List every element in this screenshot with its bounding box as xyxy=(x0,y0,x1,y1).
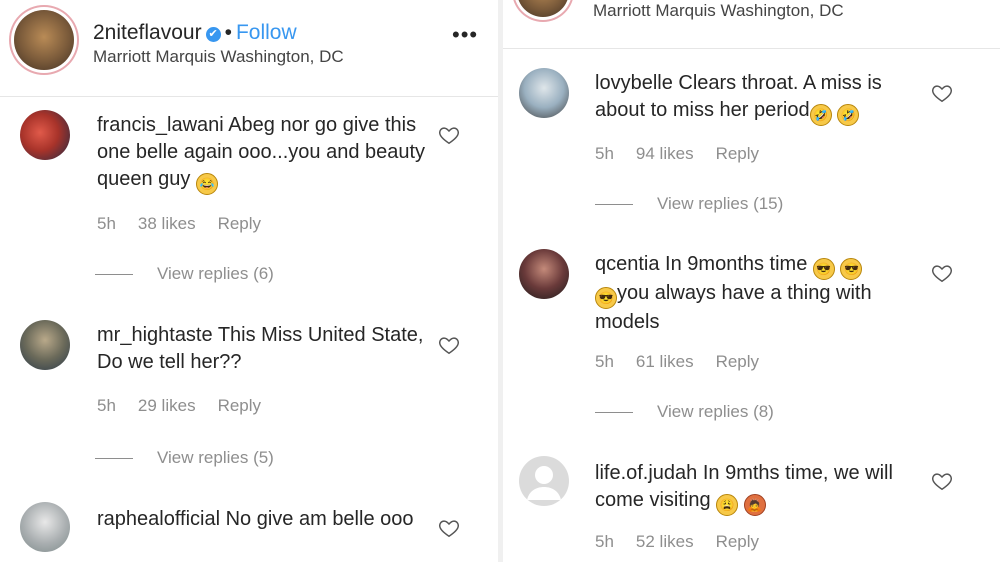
commenter-avatar[interactable] xyxy=(20,502,70,552)
tears-of-joy-emoji-icon: 😂 xyxy=(195,173,218,195)
more-options-icon[interactable]: ••• xyxy=(452,22,478,48)
bowing-person-emoji-icon: 🙇 xyxy=(743,494,766,516)
commenter-username[interactable]: qcentia xyxy=(595,253,660,275)
like-heart-icon[interactable] xyxy=(931,262,953,284)
sunglasses-emoji-icon: 😎 xyxy=(840,258,863,280)
comment-likes[interactable]: 29 likes xyxy=(138,396,196,415)
comment-likes[interactable]: 94 likes xyxy=(636,144,694,163)
reply-button[interactable]: Reply xyxy=(218,396,261,415)
post-header-partial: Marriott Marquis Washington, DC xyxy=(503,0,1000,49)
like-heart-icon[interactable] xyxy=(931,82,953,104)
sunglasses-emoji-icon: 😎 xyxy=(812,258,835,280)
post-location[interactable]: Marriott Marquis Washington, DC xyxy=(593,1,844,21)
view-replies-button[interactable]: View replies (6) xyxy=(95,264,274,284)
person-silhouette-icon xyxy=(527,466,561,500)
post-location[interactable]: Marriott Marquis Washington, DC xyxy=(93,47,344,67)
sunglasses-emoji-icon: 😎 xyxy=(595,287,617,309)
comment-time: 5h xyxy=(595,352,614,371)
comment-text-continued: you always have a thing with models xyxy=(595,282,872,333)
left-comments-panel: 2niteflavour ✔ • Follow Marriott Marquis Wa… xyxy=(0,0,498,562)
commenter-avatar[interactable] xyxy=(20,110,70,160)
commenter-username[interactable]: francis_lawani xyxy=(97,114,224,136)
view-replies-label: View replies (8) xyxy=(657,402,774,421)
comment-time: 5h xyxy=(97,214,116,233)
post-author-avatar[interactable] xyxy=(14,10,74,70)
separator-dot: • xyxy=(224,21,232,44)
default-avatar-icon[interactable] xyxy=(519,456,569,506)
like-heart-icon[interactable] xyxy=(438,517,460,539)
commenter-username[interactable]: mr_hightaste xyxy=(97,324,213,346)
comment-text: No give am belle ooo xyxy=(220,508,414,530)
post-header: 2niteflavour ✔ • Follow Marriott Marquis Wa… xyxy=(0,0,498,97)
follow-button[interactable]: Follow xyxy=(236,21,297,44)
reply-button[interactable]: Reply xyxy=(716,352,759,371)
view-replies-button[interactable]: View replies (15) xyxy=(595,194,783,214)
commenter-avatar[interactable] xyxy=(20,320,70,370)
verified-badge-icon: ✔ xyxy=(205,27,221,42)
like-heart-icon[interactable] xyxy=(438,334,460,356)
rofl-emoji-icon: 🤣 xyxy=(809,104,832,126)
comment-text: In 9months time xyxy=(659,253,813,275)
view-replies-label: View replies (6) xyxy=(157,264,274,283)
comment-likes[interactable]: 38 likes xyxy=(138,214,196,233)
post-author-avatar[interactable] xyxy=(517,0,569,17)
rofl-emoji-icon: 🤣 xyxy=(837,104,860,126)
reply-button[interactable]: Reply xyxy=(716,532,759,551)
comment-likes[interactable]: 61 likes xyxy=(636,352,694,371)
commenter-username[interactable]: lovybelle xyxy=(595,72,673,94)
view-replies-label: View replies (15) xyxy=(657,194,784,213)
commenter-avatar[interactable] xyxy=(519,68,569,118)
comment-time: 5h xyxy=(595,532,614,551)
reply-button[interactable]: Reply xyxy=(218,214,261,233)
view-replies-button[interactable]: View replies (5) xyxy=(95,448,274,468)
view-replies-label: View replies (5) xyxy=(157,448,274,467)
view-replies-button[interactable]: View replies (8) xyxy=(595,402,774,422)
commenter-username[interactable]: life.of.judah xyxy=(595,462,697,484)
reply-button[interactable]: Reply xyxy=(716,144,759,163)
comment-time: 5h xyxy=(595,144,614,163)
like-heart-icon[interactable] xyxy=(931,470,953,492)
post-author-username[interactable]: 2niteflavour xyxy=(93,21,202,44)
commenter-avatar[interactable] xyxy=(519,249,569,299)
like-heart-icon[interactable] xyxy=(438,124,460,146)
comment-time: 5h xyxy=(97,396,116,415)
post-author-line: 2niteflavour ✔ • Follow xyxy=(93,21,297,45)
comment-likes[interactable]: 52 likes xyxy=(636,532,694,551)
replies-divider xyxy=(95,274,133,276)
replies-divider xyxy=(595,412,633,414)
commenter-username[interactable]: raphealofficial xyxy=(97,508,220,530)
replies-divider xyxy=(595,204,633,206)
right-comments-panel: Marriott Marquis Washington, DC lovybell… xyxy=(503,0,1000,562)
replies-divider xyxy=(95,458,133,460)
weary-face-emoji-icon: 😩 xyxy=(716,494,739,516)
